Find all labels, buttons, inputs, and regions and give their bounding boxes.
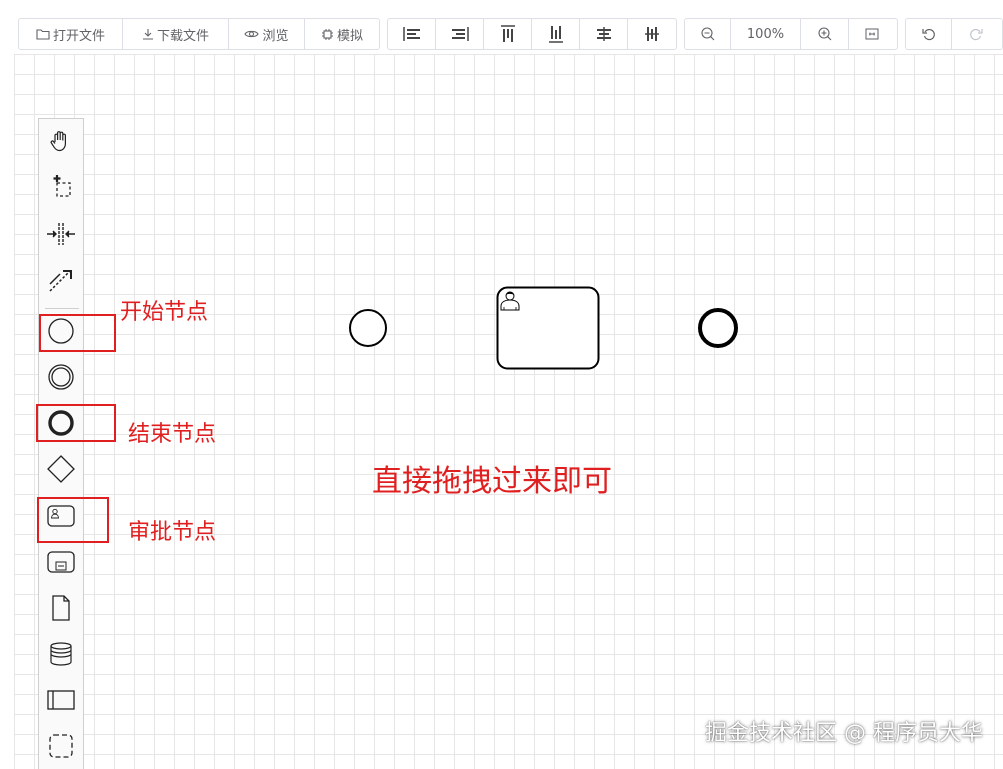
align-center-button[interactable] (580, 19, 628, 49)
file-button-group: 打开文件 下载文件 浏览 模拟 (18, 18, 380, 50)
end-event-node[interactable] (696, 306, 740, 350)
align-bottom-button[interactable] (532, 19, 580, 49)
approval-node-highlight (37, 497, 109, 543)
zoom-out-icon (700, 27, 714, 41)
eye-icon (244, 30, 260, 38)
end-node-highlight (36, 404, 116, 442)
download-file-label: 下载文件 (156, 28, 209, 44)
lasso-tool[interactable] (39, 167, 83, 207)
gateway-tool[interactable] (39, 449, 83, 489)
align-middle-icon (645, 27, 659, 41)
data-store-tool[interactable] (39, 634, 83, 674)
fit-screen-icon (865, 28, 879, 40)
gateway-icon (47, 455, 75, 483)
simulate-button[interactable]: 模拟 (305, 19, 379, 49)
align-top-icon (500, 25, 515, 42)
redo-icon (970, 28, 983, 41)
folder-icon (36, 29, 50, 40)
hand-tool[interactable] (39, 121, 83, 161)
zoom-out-button[interactable] (685, 19, 731, 49)
undo-icon (921, 28, 935, 41)
subprocess-icon (47, 551, 75, 573)
connect-tool-icon (49, 270, 72, 292)
download-icon (142, 29, 153, 40)
align-middle-button[interactable] (628, 19, 676, 49)
start-node-highlight (39, 314, 116, 352)
group-tool[interactable] (39, 726, 83, 766)
redo-button[interactable] (952, 19, 1000, 49)
connect-tool[interactable] (39, 260, 83, 300)
pool-icon (47, 690, 75, 710)
fit-viewport-button[interactable] (849, 19, 895, 49)
open-file-label: 打开文件 (52, 28, 105, 44)
approval-node-annotation: 审批节点 (128, 520, 217, 545)
group-icon (49, 734, 73, 758)
zoom-level-display: 100% (731, 19, 801, 49)
start-node-annotation: 开始节点 (120, 300, 209, 325)
undo-button[interactable] (906, 19, 952, 49)
subprocess-tool[interactable] (39, 542, 83, 582)
history-button-group (905, 18, 1003, 50)
watermark: 掘金技术社区 @ 程序员大华 (705, 721, 983, 746)
data-object-tool[interactable] (39, 588, 83, 628)
simulate-label: 模拟 (336, 28, 363, 44)
align-center-icon (596, 27, 611, 41)
intermediate-event-tool[interactable] (39, 357, 83, 397)
align-right-button[interactable] (436, 19, 484, 49)
end-node-annotation: 结束节点 (128, 422, 217, 447)
zoom-level-text: 100% (746, 26, 785, 42)
diagram-canvas[interactable] (14, 54, 1003, 769)
pool-tool[interactable] (39, 680, 83, 720)
intermediate-event-icon (48, 364, 74, 390)
palette-separator (45, 308, 79, 309)
preview-button[interactable]: 浏览 (229, 19, 305, 49)
open-file-button[interactable]: 打开文件 (19, 19, 123, 49)
download-file-button[interactable]: 下载文件 (123, 19, 229, 49)
zoom-in-button[interactable] (801, 19, 849, 49)
align-left-icon (402, 27, 420, 41)
space-tool[interactable] (39, 214, 83, 254)
align-top-button[interactable] (484, 19, 532, 49)
align-bottom-icon (548, 26, 563, 43)
align-right-icon (451, 27, 469, 41)
data-store-icon (50, 642, 72, 666)
preview-label: 浏览 (262, 28, 289, 44)
hand-tool-icon (50, 131, 66, 152)
align-left-button[interactable] (388, 19, 436, 49)
user-task-node[interactable] (496, 286, 600, 370)
drag-hint-annotation: 直接拖拽过来即可 (372, 464, 612, 499)
lasso-tool-icon (53, 175, 71, 197)
zoom-button-group: 100% (684, 18, 898, 50)
start-event-node[interactable] (347, 307, 389, 349)
chip-icon (321, 28, 333, 40)
align-button-group (387, 18, 677, 50)
element-palette (38, 118, 84, 769)
space-tool-icon (47, 223, 75, 245)
data-object-icon (52, 595, 70, 621)
zoom-in-icon (817, 27, 831, 41)
